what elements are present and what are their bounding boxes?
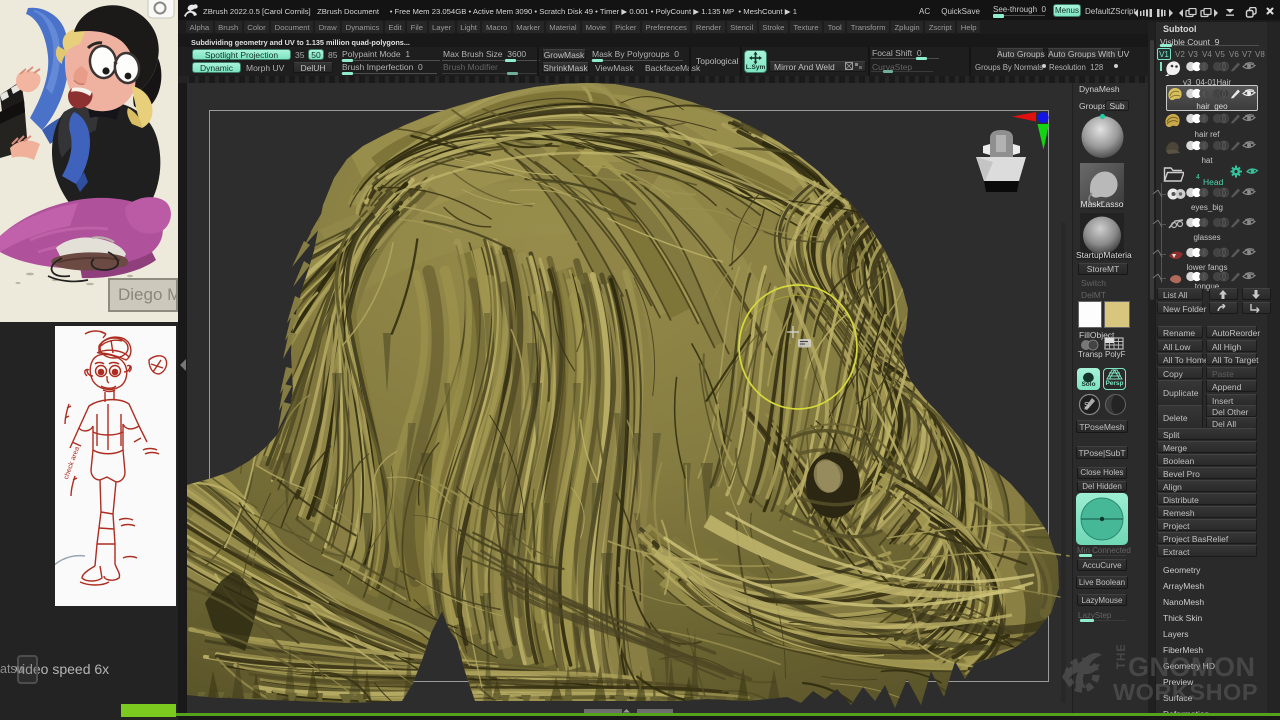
- svg-text:S: S: [1084, 401, 1089, 410]
- svg-text:GNOMON: GNOMON: [1128, 652, 1256, 682]
- svg-text:THE: THE: [1116, 645, 1128, 669]
- svg-text:WORKSHOP: WORKSHOP: [1113, 679, 1258, 705]
